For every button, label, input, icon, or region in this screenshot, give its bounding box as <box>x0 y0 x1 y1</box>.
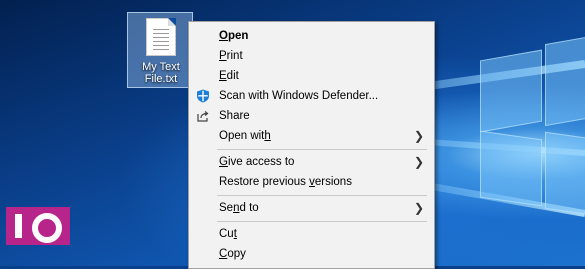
menu-item-open-with[interactable]: Open with ❯ <box>189 126 434 146</box>
menu-item-print[interactable]: Print <box>189 46 434 66</box>
text-file-icon <box>146 18 176 56</box>
menu-item-scan[interactable]: Scan with Windows Defender... <box>189 86 434 106</box>
menu-item-copy[interactable]: Copy <box>189 244 434 264</box>
site-logo-watermark <box>6 207 70 245</box>
menu-item-restore[interactable]: Restore previous versions <box>189 172 434 192</box>
desktop-file-label: My Text File.txt <box>128 61 194 85</box>
file-name-line2: File.txt <box>144 73 178 85</box>
menu-separator <box>217 221 427 222</box>
menu-item-open-label: Open <box>219 30 249 42</box>
chevron-right-icon: ❯ <box>413 201 424 215</box>
menu-separator <box>217 195 427 196</box>
menu-separator <box>217 149 427 150</box>
menu-item-share[interactable]: Share <box>189 106 434 126</box>
windows-logo-pane <box>480 130 542 207</box>
windows-defender-icon <box>196 89 210 103</box>
menu-item-send-to-label: Send to <box>219 202 259 214</box>
menu-item-print-label: Print <box>219 50 243 62</box>
chevron-right-icon: ❯ <box>413 155 424 169</box>
menu-item-edit[interactable]: Edit <box>189 66 434 86</box>
windows-logo-pane <box>545 131 585 216</box>
share-icon <box>196 109 210 123</box>
menu-item-cut-label: Cut <box>219 228 237 240</box>
menu-item-cut[interactable]: Cut <box>189 224 434 244</box>
menu-item-edit-label: Edit <box>219 70 239 82</box>
menu-item-share-label: Share <box>219 110 250 122</box>
menu-item-open[interactable]: Open <box>189 26 434 46</box>
menu-item-give-access-label: Give access to <box>219 156 295 168</box>
menu-item-scan-label: Scan with Windows Defender... <box>219 90 379 102</box>
menu-item-copy-label: Copy <box>219 248 246 260</box>
menu-item-restore-label: Restore previous versions <box>219 176 352 188</box>
windows-logo-pane <box>480 49 542 133</box>
chevron-right-icon: ❯ <box>413 129 424 143</box>
menu-item-give-access[interactable]: Give access to ❯ <box>189 152 434 172</box>
windows-logo-pane <box>545 35 585 127</box>
context-menu: Open Print Edit Scan with Windows Defend… <box>188 21 435 269</box>
desktop-file-icon[interactable]: My Text File.txt <box>127 12 193 88</box>
file-name-line1: My Text <box>142 61 180 73</box>
menu-item-send-to[interactable]: Send to ❯ <box>189 198 434 218</box>
menu-item-open-with-label: Open with <box>219 130 271 142</box>
